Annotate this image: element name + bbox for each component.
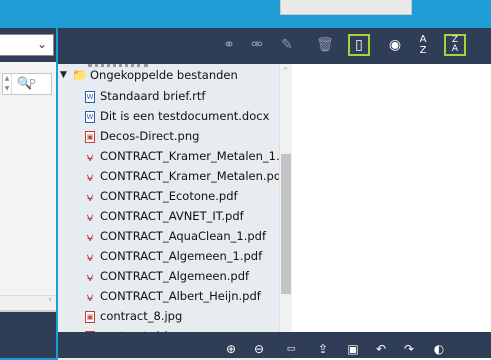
tree-file-row[interactable]: ⍱ CONTRACT_Kramer_Metalen_1.pdf (58, 149, 291, 167)
tree-file-row[interactable]: W Dit is een testdocument.docx (58, 109, 279, 127)
folder-label: Ongekoppelde bestanden (90, 68, 238, 82)
zoom-in-icon[interactable]: ⊕ (222, 340, 240, 358)
tree-file-row[interactable]: ⍱ CONTRACT_Ecotone.pdf (58, 189, 279, 207)
image-icon[interactable]: ▣ (344, 340, 362, 358)
tree-file-row[interactable]: ⍱ CONTRACT_Algemeen.pdf (58, 269, 279, 287)
tree-file-row[interactable]: ⍱ CONTRACT_AquaClean_1.pdf (58, 229, 279, 247)
search-placeholder: P (29, 77, 36, 90)
sort-za-icon[interactable]: ZA (444, 34, 466, 56)
tree-file-row[interactable]: ⍱ CONTRACT_AVNET_IT.pdf (58, 209, 279, 227)
tree-file-label: CONTRACT_AquaClean_1.pdf (100, 229, 267, 243)
pdf-file-icon: ⍱ (86, 250, 94, 264)
unlink-icon[interactable]: ⚮ (246, 34, 268, 56)
document-panel: ⚭ ⚮ ✎ 🗑 ▯ ◉ AZ ZA ▼ 📁 Ongekoppelde besta… (58, 28, 491, 360)
tree-file-label: Dit is een testdocument.docx (100, 109, 270, 123)
tree-file-row[interactable]: ▣ Decos-Direct.png (58, 129, 279, 147)
tree-file-label: CONTRACT_AVNET_IT.pdf (100, 209, 244, 223)
tree-file-label: Standaard brief.rtf (100, 89, 206, 103)
fit-page-icon[interactable]: ▭ (282, 340, 300, 358)
pdf-file-icon: ⍱ (86, 150, 94, 164)
tree-file-row[interactable]: ▣ contract_8.jpg (58, 309, 279, 327)
document-toolbar: ⚭ ⚮ ✎ 🗑 ▯ ◉ AZ ZA (58, 28, 491, 64)
folder-icon: 📁 (72, 68, 87, 82)
tree-file-label: CONTRACT_Kramer_Metalen.pdf (100, 169, 286, 183)
scroll-thumb[interactable] (281, 154, 291, 294)
left-search-input[interactable]: ▲ ▼ 🔍 P (2, 73, 52, 95)
tree-file-label: CONTRACT_Algemeen.pdf (100, 269, 250, 283)
tree-file-label: CONTRACT_Ecotone.pdf (100, 189, 238, 203)
pdf-file-icon: ⍱ (86, 170, 94, 184)
sort-az-icon[interactable]: AZ (412, 34, 434, 56)
tree-file-label: contract_8.jpg (100, 309, 183, 323)
zoom-out-icon[interactable]: ⊖ (250, 340, 268, 358)
left-panel-footer (0, 310, 56, 358)
pdf-file-icon: ⍱ (86, 290, 94, 304)
tree-vertical-scrollbar[interactable]: ^ v (279, 64, 292, 360)
document-icon[interactable]: ▯ (348, 34, 370, 56)
bottom-toolbar: ⊕ ⊖ ▭ ⇪ ▣ ↶ ↷ ◐ (58, 332, 491, 358)
scroll-up-icon[interactable]: ^ (282, 66, 289, 75)
search-document-icon[interactable]: ◉ (384, 34, 406, 56)
rotate-right-icon[interactable]: ↷ (400, 340, 418, 358)
scroll-right-icon[interactable]: › (48, 295, 52, 305)
edit-icon[interactable]: ✎ (276, 34, 298, 56)
tree-file-row[interactable]: W Standaard brief.rtf (58, 89, 279, 107)
tree-file-label: Decos-Direct.png (100, 129, 200, 143)
spinner-arrows-icon[interactable]: ▲ ▼ (3, 74, 12, 94)
background-window-edge (280, 0, 412, 15)
chevron-down-icon: ⌄ (36, 37, 47, 51)
footer-divider (0, 310, 56, 312)
document-file-icon: W (85, 91, 95, 103)
caret-down-icon[interactable]: ▼ (60, 70, 67, 80)
image-file-icon: ▣ (85, 311, 95, 323)
pdf-file-icon: ⍱ (86, 230, 94, 244)
link-icon[interactable]: ⚭ (218, 34, 240, 56)
file-tree[interactable]: ▼ 📁 Ongekoppelde bestanden W Standaard br… (58, 64, 291, 360)
tree-file-row[interactable]: ⍱ CONTRACT_Albert_Heijn.pdf (58, 289, 279, 307)
tree-row-partial (88, 64, 148, 67)
pdf-file-icon: ⍱ (86, 190, 94, 204)
rotate-left-icon[interactable]: ↶ (372, 340, 390, 358)
tree-file-label: CONTRACT_Algemeen_1.pdf (100, 249, 263, 263)
left-panel: ⌄ ▲ ▼ 🔍 P › (0, 28, 56, 358)
trash-icon[interactable]: 🗑 (314, 34, 336, 56)
document-file-icon: W (85, 111, 95, 123)
upload-icon[interactable]: ⇪ (314, 340, 332, 358)
tree-file-row[interactable]: ⍱ CONTRACT_Kramer_Metalen.pdf (58, 169, 285, 187)
tree-folder[interactable]: ▼ 📁 Ongekoppelde bestanden (58, 68, 278, 86)
contrast-icon[interactable]: ◐ (430, 340, 448, 358)
preview-area (292, 64, 491, 360)
left-panel-header: ⌄ (0, 28, 56, 62)
left-horizontal-scrollbar[interactable]: › (0, 295, 56, 308)
pdf-file-icon: ⍱ (86, 210, 94, 224)
image-file-icon: ▣ (85, 131, 95, 143)
tree-file-row[interactable]: ⍱ CONTRACT_Algemeen_1.pdf (58, 249, 279, 267)
view-select[interactable]: ⌄ (0, 34, 54, 56)
tree-file-label: CONTRACT_Kramer_Metalen_1.pdf (100, 149, 291, 163)
pdf-file-icon: ⍱ (86, 270, 94, 284)
tree-file-label: CONTRACT_Albert_Heijn.pdf (100, 289, 261, 303)
